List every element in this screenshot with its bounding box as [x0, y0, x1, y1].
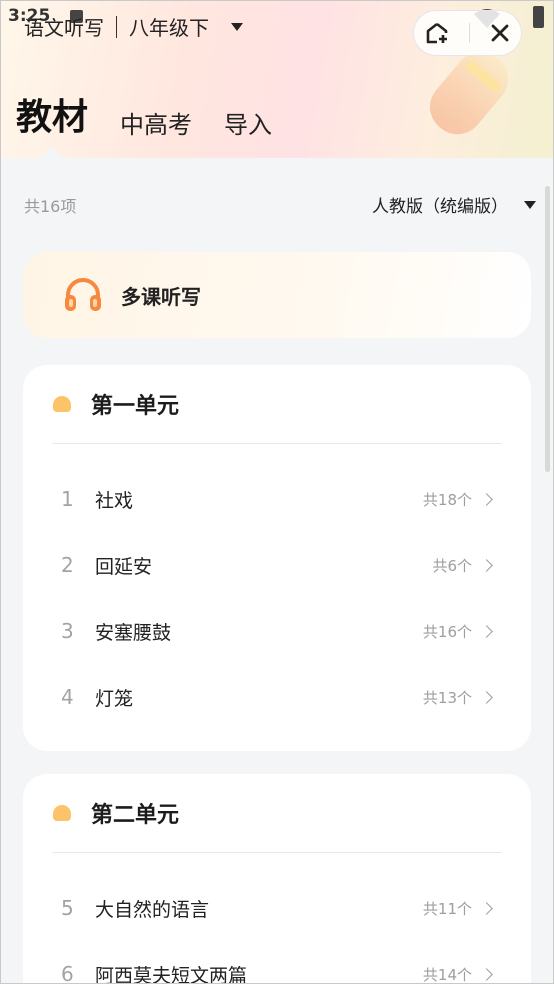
lesson-name: 安塞腰鼓	[95, 621, 172, 644]
lesson-row[interactable]: 6 阿西莫夫短文两篇 共14个	[23, 941, 531, 984]
unit-header: 第二单元	[23, 774, 501, 852]
capsule-divider	[468, 23, 470, 43]
lesson-word-count: 共6个	[432, 556, 472, 575]
unit-title: 第二单元	[91, 803, 180, 828]
lesson-row[interactable]: 4 灯笼 共13个	[23, 664, 531, 730]
active-tab-indicator	[38, 146, 66, 160]
lesson-word-count: 共14个	[422, 965, 472, 984]
lesson-row[interactable]: 1 社戏 共18个	[23, 466, 531, 532]
subject-grade-selector[interactable]: 语文听写 八年级下	[24, 12, 243, 41]
multi-lesson-dictation-card[interactable]: 多课听写	[23, 252, 531, 338]
chevron-right-icon	[480, 967, 493, 981]
lesson-word-count: 共16个	[422, 622, 472, 641]
scrollbar[interactable]	[545, 186, 550, 472]
subject-label: 语文听写	[24, 16, 104, 40]
chevron-right-icon	[480, 690, 493, 704]
separator	[116, 15, 117, 38]
unit-title: 第一单元	[91, 394, 180, 419]
chevron-right-icon	[480, 558, 493, 572]
lesson-name: 社戏	[95, 489, 134, 512]
lesson-row[interactable]: 2 回延安 共6个	[23, 532, 531, 598]
unit-marker-icon	[53, 396, 71, 412]
lesson-number: 6	[61, 962, 74, 984]
lesson-number: 3	[61, 619, 74, 643]
edition-selector[interactable]: 人教版（统编版）	[372, 192, 536, 217]
unit-card: 第一单元 1 社戏 共18个 2 回延安 共6个 3 安塞腰鼓 共16个 4 灯…	[23, 365, 531, 751]
lesson-name: 大自然的语言	[95, 898, 210, 921]
lesson-name: 灯笼	[95, 687, 134, 710]
chevron-down-icon	[524, 200, 536, 209]
tab-bar: 教材 中高考 导入	[16, 88, 272, 146]
item-count: 共16项	[24, 196, 77, 216]
lesson-name: 阿西莫夫短文两篇	[95, 964, 248, 984]
lesson-name: 回延安	[95, 555, 153, 578]
multi-lesson-label: 多课听写	[121, 284, 201, 309]
chevron-right-icon	[480, 901, 493, 915]
edition-label: 人教版（统编版）	[372, 197, 508, 217]
lesson-row[interactable]: 3 安塞腰鼓 共16个	[23, 598, 531, 664]
lesson-number: 1	[61, 487, 74, 511]
lesson-word-count: 共18个	[422, 490, 472, 509]
list-toolbar: 共16项 人教版（统编版）	[24, 192, 536, 217]
chevron-down-icon	[231, 22, 243, 31]
tab-textbook[interactable]: 教材	[16, 88, 88, 146]
unit-marker-icon	[53, 805, 71, 821]
close-icon[interactable]	[489, 22, 511, 44]
unit-header: 第一单元	[23, 365, 501, 443]
mini-program-capsule	[413, 10, 522, 56]
headphones-icon	[65, 278, 101, 311]
lesson-number: 4	[61, 685, 74, 709]
tab-exams[interactable]: 中高考	[120, 105, 192, 146]
unit-card: 第二单元 5 大自然的语言 共11个 6 阿西莫夫短文两篇 共14个	[23, 774, 531, 984]
chevron-right-icon	[480, 492, 493, 506]
lesson-row[interactable]: 5 大自然的语言 共11个	[23, 875, 531, 941]
tab-import[interactable]: 导入	[224, 105, 272, 146]
lesson-word-count: 共13个	[422, 688, 472, 707]
lesson-number: 2	[61, 553, 74, 577]
battery-icon	[533, 6, 544, 28]
chevron-right-icon	[480, 624, 493, 638]
lesson-number: 5	[61, 896, 74, 920]
grade-label: 八年级下	[129, 16, 209, 40]
lesson-word-count: 共11个	[422, 899, 472, 918]
add-to-home-icon[interactable]	[424, 20, 450, 46]
